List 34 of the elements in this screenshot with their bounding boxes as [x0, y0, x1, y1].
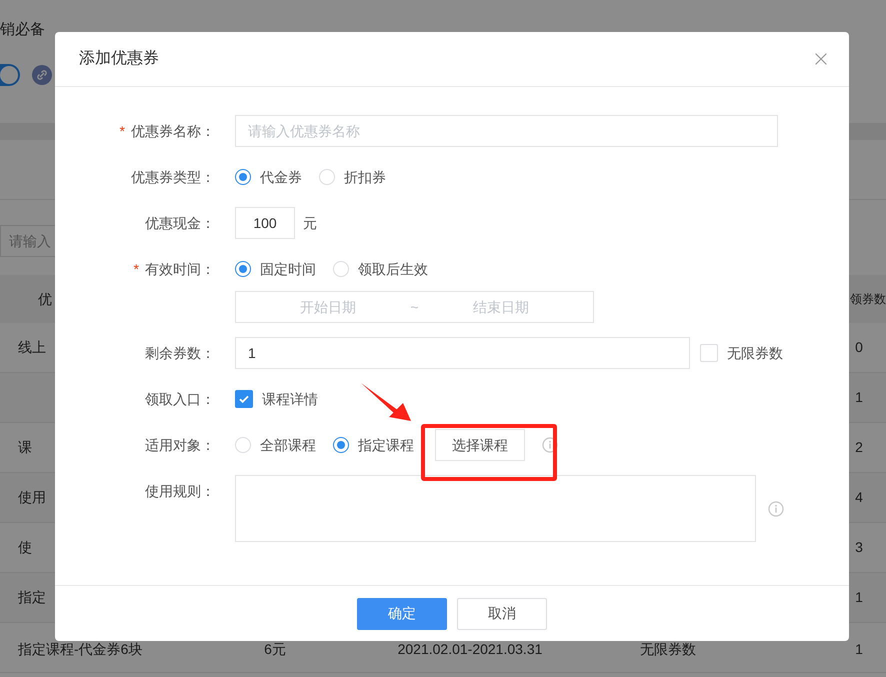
table-cell: 指定课程-代金券6块	[18, 641, 142, 657]
table-cell: 1	[855, 589, 863, 605]
range-separator: ~	[410, 298, 419, 316]
table-cell: 使	[18, 539, 32, 555]
field-label: 领取入口：	[145, 390, 215, 408]
table-cell: 4	[855, 489, 863, 505]
required-mark: *	[120, 122, 125, 140]
table-cell: 1	[855, 641, 863, 657]
field-label: 优惠券类型：	[131, 168, 215, 186]
required-mark: *	[134, 260, 139, 278]
table-cell: 使用	[18, 489, 46, 505]
table-cell: 线上	[18, 339, 46, 355]
field-label: 适用对象：	[145, 436, 215, 454]
field-label: 有效时间：	[145, 260, 215, 278]
table-cell: 无限券数	[640, 641, 696, 657]
table-cell: 3	[855, 539, 863, 555]
field-label: 使用规则：	[145, 482, 215, 500]
dialog-title: 添加优惠券	[79, 48, 159, 69]
table-cell: 2021.02.01-2021.03.31	[398, 641, 542, 657]
field-label: 优惠券名称：	[131, 122, 215, 140]
table-cell: 1	[855, 389, 863, 405]
column-header: 优	[37, 290, 52, 308]
page-heading: 销必备	[0, 20, 45, 40]
field-label: 剩余券数：	[145, 344, 215, 362]
unit-label: 元	[303, 214, 317, 232]
start-date-placeholder: 开始日期	[299, 298, 358, 316]
table-cell: 0	[855, 339, 863, 355]
table-cell: 2	[855, 439, 863, 455]
table-cell: 指定	[18, 589, 46, 605]
field-label: 优惠现金：	[145, 214, 215, 232]
column-header: 领券数	[850, 291, 886, 308]
table-cell: 课	[18, 439, 32, 455]
end-date-placeholder: 结束日期	[472, 298, 530, 316]
table-cell: 6元	[264, 641, 286, 657]
